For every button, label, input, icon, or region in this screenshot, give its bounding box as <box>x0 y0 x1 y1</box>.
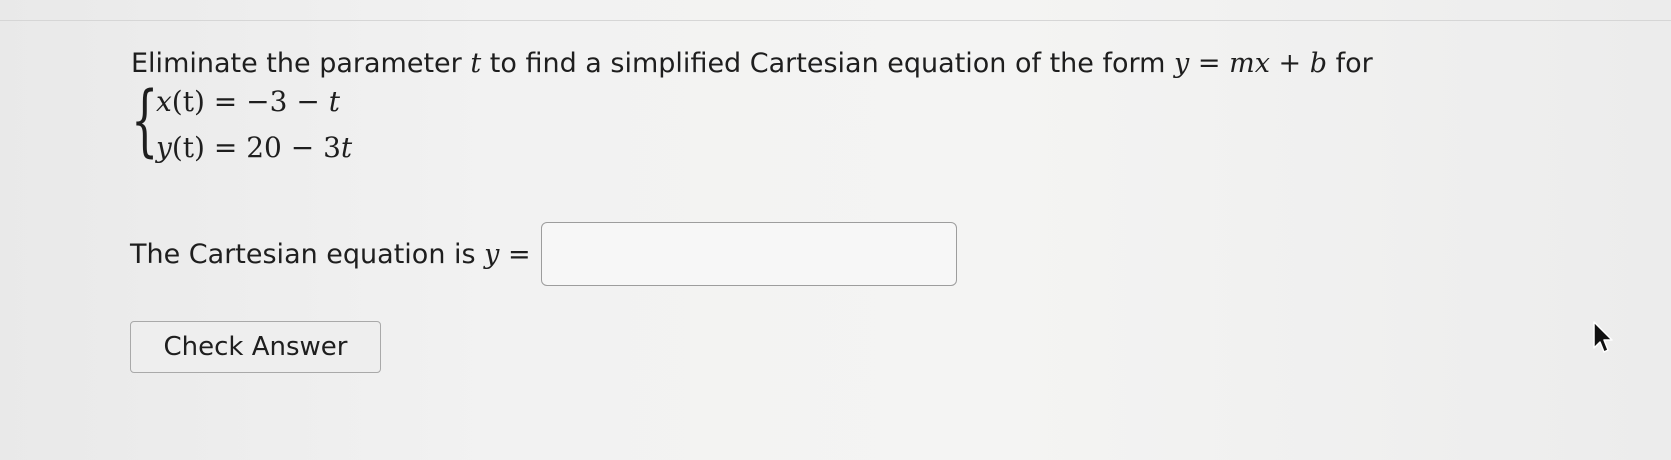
top-divider <box>0 20 1671 21</box>
form-y: y <box>1174 48 1190 79</box>
form-x: x <box>1254 48 1270 79</box>
answer-input[interactable] <box>540 222 957 286</box>
prompt-text: Eliminate the parameter <box>131 48 471 79</box>
answer-equals: = <box>499 238 531 270</box>
answer-row: The Cartesian equation is y = <box>130 222 957 286</box>
form-equals: = <box>1189 48 1230 79</box>
answer-var: y <box>484 238 500 270</box>
check-answer-button[interactable]: Check Answer <box>130 321 381 373</box>
form-m: m <box>1229 48 1255 79</box>
prompt-text-middle: to find a simplified Cartesian equation … <box>481 48 1175 79</box>
equation-y: y(t) = 20 − 3t <box>156 130 352 166</box>
answer-label: The Cartesian equation is y = <box>130 239 531 270</box>
eq-y-var: y <box>156 131 172 164</box>
left-brace: { <box>131 76 159 166</box>
eq-y-rhs: = 20 − 3 <box>204 131 341 164</box>
mouse-pointer-icon <box>1593 321 1613 353</box>
eq-x-rhs: = −3 − <box>204 85 329 118</box>
equation-x: x(t) = −3 − t <box>156 84 340 120</box>
parameter-symbol: t <box>470 48 482 79</box>
question-prompt: Eliminate the parameter t to find a simp… <box>131 44 1631 84</box>
eq-y-t: t <box>340 131 353 164</box>
eq-x-var: x <box>156 85 172 118</box>
answer-label-text: The Cartesian equation is <box>130 238 485 270</box>
prompt-text-end: for <box>1327 48 1373 79</box>
form-plus: + <box>1269 48 1310 79</box>
form-b: b <box>1309 48 1328 79</box>
eq-y-arg: (t) <box>171 131 205 164</box>
eq-x-t: t <box>328 85 340 118</box>
eq-x-arg: (t) <box>171 85 205 118</box>
